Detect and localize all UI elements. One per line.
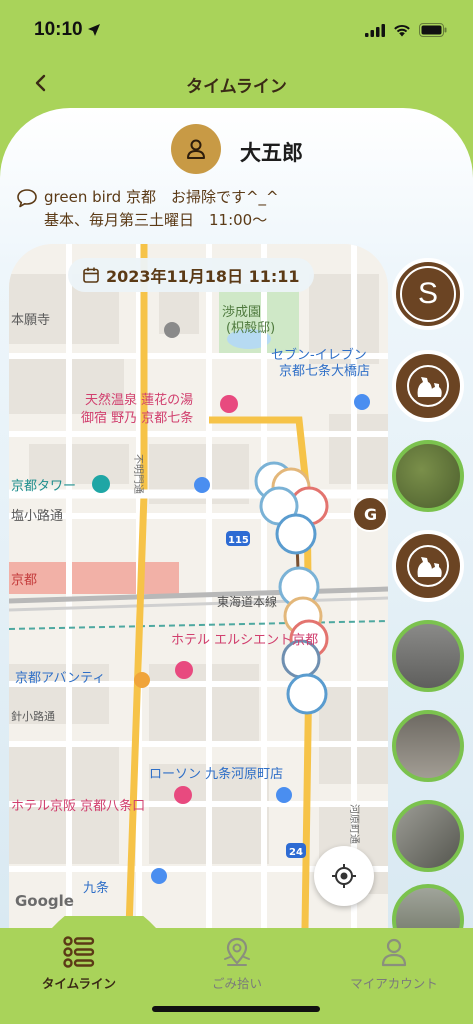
rail-trash-bag-item-2[interactable]: [392, 530, 464, 602]
rail-profile-letter: S: [400, 266, 456, 322]
map-label-seven-1: セブン-イレブン: [271, 347, 367, 363]
timeline-rail: S: [392, 254, 464, 956]
comment-line-1: green bird 京都 お掃除です^_^: [44, 188, 279, 206]
map-label-honganji: 本願寺: [11, 313, 50, 328]
tab-label: マイアカウント: [350, 976, 438, 991]
rail-photo-street[interactable]: [392, 800, 464, 872]
tab-label: タイムライン: [41, 976, 117, 991]
map-label-kujo: 九条: [83, 880, 109, 896]
map-view[interactable]: 本願寺 渉成園 (枳殻邸) セブン-イレブン 京都七条大橋店 天然温泉 蓮花の湯…: [9, 244, 388, 928]
location-arrow-icon: [87, 24, 100, 36]
map-label-onsen-2: 御宿 野乃 京都七条: [81, 410, 193, 426]
map-pin-icon: [224, 937, 250, 966]
map-label-fuyacho: 不明門通: [132, 454, 144, 494]
wifi-icon: [394, 24, 410, 36]
status-bar: 10:10: [0, 0, 473, 60]
speech-bubble-icon: [17, 188, 37, 207]
avatar[interactable]: [171, 124, 221, 174]
map-label-lawson: ローソン 九条河原町店: [149, 766, 283, 782]
trash-bag-icon: [407, 545, 449, 587]
rail-photo-ledge[interactable]: [392, 710, 464, 782]
date-chip-text: 2023年11月18日 11:11: [106, 267, 300, 286]
page-title: タイムライン: [186, 77, 287, 97]
date-chip: 2023年11月18日 11:11: [68, 258, 314, 292]
signal-icon: [365, 23, 385, 37]
map-label-google: Google: [15, 892, 74, 910]
map-label-seven-2: 京都七条大橋店: [279, 363, 370, 379]
status-time: 10:10: [34, 19, 83, 40]
user-icon: [187, 139, 205, 159]
trash-bag-icon: [407, 365, 449, 407]
tab-timeline[interactable]: タイムライン: [0, 916, 158, 992]
map-label-kyoto-tower: 京都タワー: [11, 479, 76, 494]
map-label-onsen-1: 天然温泉 蓮花の湯: [85, 392, 193, 408]
rail-trash-bag-item[interactable]: [392, 350, 464, 422]
map-label-avanti: 京都アバンティ: [15, 671, 105, 686]
account-icon: [381, 938, 407, 967]
map-label-shiokoji: 塩小路通: [11, 508, 63, 524]
profile-name: 大五郎: [240, 141, 303, 165]
map-label-hotel-elcient: ホテル エルシエント京都: [171, 633, 318, 648]
tab-pickup[interactable]: ごみ拾い: [158, 916, 316, 992]
crosshair-icon: [332, 864, 356, 888]
route-shield-115: 115: [228, 535, 249, 546]
map-canvas: 本願寺 渉成園 (枳殻邸) セブン-イレブン 京都七条大橋店 天然温泉 蓮花の湯…: [9, 244, 388, 928]
rail-profile-avatar[interactable]: S: [392, 258, 464, 330]
user-marker-letter: G: [364, 505, 377, 524]
map-label-kyoto-station: 京都: [11, 573, 37, 588]
home-indicator: [152, 1006, 320, 1012]
map-label-harikoji: 針小路通: [11, 709, 55, 723]
map-label-hotel-keihan: ホテル京阪 京都八条口: [11, 798, 145, 814]
tab-my-account[interactable]: マイアカウント: [315, 916, 473, 992]
map-label-kawaramachi: 河原町通: [348, 804, 360, 844]
map-label-shoseien-2: (枳殻邸): [226, 321, 275, 336]
profile-header: 大五郎: [0, 124, 473, 176]
nav-header: タイムライン: [0, 60, 473, 108]
locate-me-button[interactable]: [314, 846, 374, 906]
route-shield-24: 24: [289, 847, 303, 858]
rail-photo-grass[interactable]: [392, 440, 464, 512]
map-label-tokaido: 東海道本線: [217, 594, 277, 609]
battery-icon: [419, 23, 447, 37]
calendar-icon: [83, 267, 99, 283]
tab-label: ごみ拾い: [211, 976, 262, 991]
post-comment: green bird 京都 お掃除です^_^ 基本、毎月第三土曜日 11:00〜: [16, 186, 456, 232]
map-label-shoseien-1: 渉成園: [222, 305, 261, 320]
rail-photo-pavement[interactable]: [392, 620, 464, 692]
comment-line-2: 基本、毎月第三土曜日 11:00〜: [44, 211, 268, 229]
timeline-icon: [63, 936, 95, 968]
